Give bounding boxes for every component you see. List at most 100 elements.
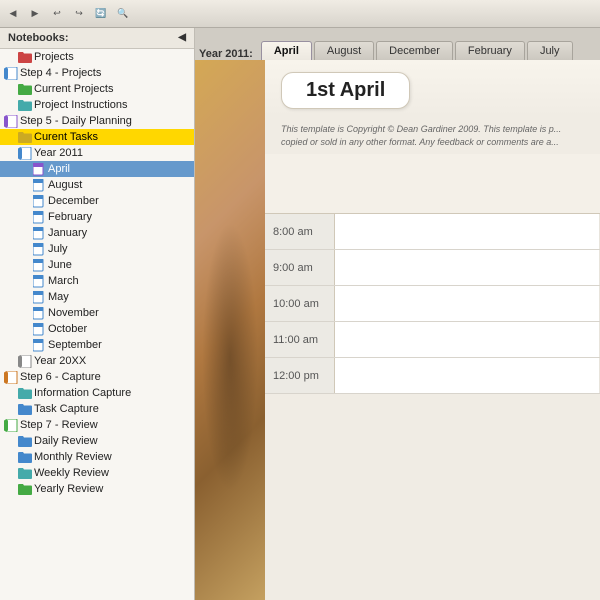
october-icon [32,322,46,336]
notebooks-label: Notebooks: [8,32,69,44]
daily-review-icon [18,434,32,448]
sidebar-item-weekly-review[interactable]: Weekly Review [0,465,194,481]
page-decoration-image [195,60,265,600]
weekly-review-icon [18,466,32,480]
sidebar-item-step6[interactable]: Step 6 - Capture [0,369,194,385]
june-icon [32,258,46,272]
sidebar-item-year20xx[interactable]: Year 20XX [0,353,194,369]
february-icon [32,210,46,224]
year20xx-label: Year 20XX [32,355,86,367]
sidebar-item-step5[interactable]: Step 5 - Daily Planning [0,113,194,129]
sidebar-item-year2011[interactable]: Year 2011 [0,145,194,161]
step7-label: Step 7 - Review [18,419,98,431]
time-cell-9am[interactable] [335,250,600,285]
august-label: August [46,179,82,191]
time-col-header [265,154,335,213]
april-icon [32,162,46,176]
schedule-header-grid [335,154,600,213]
sidebar-content[interactable]: Projects Step 4 - Projects Current Proje… [0,49,194,600]
sidebar-item-current-tasks[interactable]: Curent Tasks [0,129,194,145]
sidebar-item-monthly-review[interactable]: Monthly Review [0,449,194,465]
tabs-bar: Year 2011: AprilAugustDecemberFebruaryJu… [195,28,600,60]
year-label: Year 2011: [199,48,253,60]
sidebar-item-may[interactable]: May [0,289,194,305]
time-row-8am: 8:00 am [265,214,600,250]
september-label: September [46,339,102,351]
sidebar-item-november[interactable]: November [0,305,194,321]
sidebar-item-yearly-review[interactable]: Yearly Review [0,481,194,497]
toolbar: ◀ ▶ ↩ ↪ 🔄 🔍 [0,0,600,28]
page-main: 1st April This template is Copyright © D… [265,60,600,600]
sidebar-item-task-capture[interactable]: Task Capture [0,401,194,417]
redo-button[interactable]: ↪ [70,5,88,23]
monthly-review-icon [18,450,32,464]
sidebar-item-step7[interactable]: Step 7 - Review [0,417,194,433]
tab-december[interactable]: December [376,41,453,60]
tab-august[interactable]: August [314,41,374,60]
january-label: January [46,227,87,239]
back-button[interactable]: ◀ [4,5,22,23]
current-tasks-icon [18,130,32,144]
monthly-review-label: Monthly Review [32,451,112,463]
tab-april[interactable]: April [261,41,312,60]
sidebar-item-current-projects[interactable]: Current Projects [0,81,194,97]
step5-label: Step 5 - Daily Planning [18,115,132,127]
sidebar-item-april[interactable]: April [0,161,194,177]
sidebar-item-july[interactable]: July [0,241,194,257]
yearly-review-label: Yearly Review [32,483,103,495]
project-instructions-icon [18,98,32,112]
sidebar-header: Notebooks: ◀ [0,28,194,49]
time-label-12pm: 12:00 pm [265,358,335,393]
time-cell-8am[interactable] [335,214,600,249]
undo-button[interactable]: ↩ [48,5,66,23]
search-button[interactable]: 🔍 [114,5,132,23]
schedule-top [265,154,600,214]
sidebar-item-october[interactable]: October [0,321,194,337]
sidebar-item-daily-review[interactable]: Daily Review [0,433,194,449]
forward-button[interactable]: ▶ [26,5,44,23]
page-content: 1st April This template is Copyright © D… [195,60,600,600]
sidebar-item-september[interactable]: September [0,337,194,353]
info-capture-icon [18,386,32,400]
time-cell-12pm[interactable] [335,358,600,393]
current-projects-label: Current Projects [32,83,113,95]
sidebar-item-december[interactable]: December [0,193,194,209]
sidebar-item-project-instructions[interactable]: Project Instructions [0,97,194,113]
page-title-section: 1st April [265,60,600,117]
projects-label: Projects [32,51,74,63]
year2011-icon [18,146,32,160]
collapse-arrow[interactable]: ◀ [178,32,186,43]
december-label: December [46,195,99,207]
current-projects-icon [18,82,32,96]
time-row-9am: 9:00 am [265,250,600,286]
time-row-11am: 11:00 am [265,322,600,358]
sync-button[interactable]: 🔄 [92,5,110,23]
sidebar: Notebooks: ◀ Projects Step 4 - Projects … [0,28,195,600]
october-label: October [46,323,87,335]
main-area: Notebooks: ◀ Projects Step 4 - Projects … [0,28,600,600]
march-icon [32,274,46,288]
tab-february[interactable]: February [455,41,525,60]
may-label: May [46,291,69,303]
sidebar-item-august[interactable]: August [0,177,194,193]
january-icon [32,226,46,240]
sidebar-item-march[interactable]: March [0,273,194,289]
time-row-12pm: 12:00 pm [265,358,600,394]
schedule-area: 8:00 am 9:00 am 10:00 am 11:00 am 12:00 … [265,154,600,600]
sidebar-item-january[interactable]: January [0,225,194,241]
sidebar-item-info-capture[interactable]: Information Capture [0,385,194,401]
time-label-10am: 10:00 am [265,286,335,321]
sidebar-item-february[interactable]: February [0,209,194,225]
sidebar-item-projects[interactable]: Projects [0,49,194,65]
february-label: February [46,211,92,223]
april-label: April [46,163,70,175]
sidebar-item-june[interactable]: June [0,257,194,273]
march-label: March [46,275,79,287]
time-label-8am: 8:00 am [265,214,335,249]
time-cell-11am[interactable] [335,322,600,357]
yearly-review-icon [18,482,32,496]
sidebar-item-step4[interactable]: Step 4 - Projects [0,65,194,81]
step4-label: Step 4 - Projects [18,67,101,79]
tab-july[interactable]: July [527,41,573,60]
time-cell-10am[interactable] [335,286,600,321]
